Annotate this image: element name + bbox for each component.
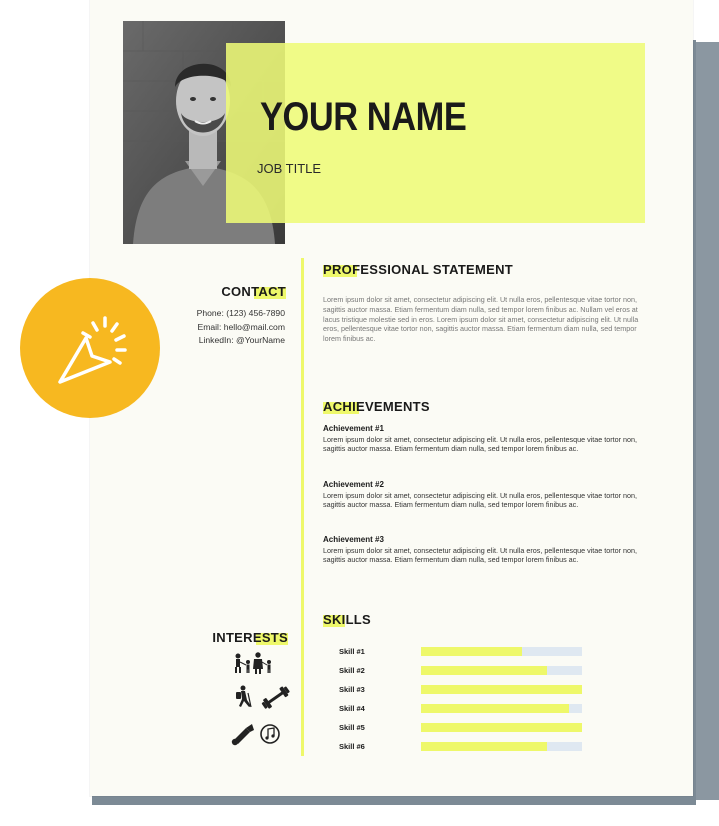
family-icon	[235, 652, 271, 674]
skill-label: Skill #3	[339, 685, 365, 694]
skill-label: Skill #5	[339, 723, 365, 732]
job-title: JOB TITLE	[257, 161, 322, 176]
professional-title: PROFESSIONAL STATEMENT	[323, 262, 514, 277]
skill-bar-track	[421, 704, 582, 713]
skill-label: Skill #4	[339, 704, 365, 713]
professional-statement: Lorem ipsum dolor sit amet, consectetur …	[323, 295, 639, 344]
skill-bar-fill	[421, 742, 547, 751]
contact-linkedin: LinkedIn: @YourName	[198, 335, 285, 345]
skills-title: SKILLS	[323, 612, 372, 627]
interests-title: INTERESTS	[212, 630, 288, 645]
skill-bar-track	[421, 723, 582, 732]
music-icon	[260, 724, 280, 744]
skill-bar-fill	[421, 704, 570, 713]
skill-label: Skill #6	[339, 742, 365, 751]
interests-icons	[226, 650, 296, 760]
skill-bar-track	[421, 685, 582, 694]
resume-page: YOUR NAME JOB TITLE CONTACT Phone: (123)…	[90, 0, 693, 796]
skill-bar-track	[421, 647, 582, 656]
skill-bar-fill	[421, 723, 582, 732]
resume-name: YOUR NAME	[260, 95, 467, 139]
skill-bar-fill	[421, 666, 547, 675]
fitness-icon	[261, 686, 290, 709]
achievements-title: ACHIEVEMENTS	[323, 399, 430, 414]
hiking-icon	[236, 685, 252, 708]
cursor-click-icon	[58, 316, 127, 384]
badminton-icon	[231, 724, 254, 746]
cursor-badge	[20, 278, 160, 418]
contact-details: Phone: (123) 456-7890 Email: hello@mail.…	[150, 307, 285, 348]
column-divider	[301, 258, 304, 756]
achievement-title: Achievement #1	[323, 424, 384, 433]
achievement-title: Achievement #2	[323, 480, 384, 489]
achievement-text: Lorem ipsum dolor sit amet, consectetur …	[323, 491, 638, 509]
skill-bar-fill	[421, 685, 582, 694]
achievement-text: Lorem ipsum dolor sit amet, consectetur …	[323, 435, 638, 453]
skill-bar-track	[421, 666, 582, 675]
skill-label: Skill #2	[339, 666, 365, 675]
contact-phone: Phone: (123) 456-7890	[196, 308, 285, 318]
skill-bar-fill	[421, 647, 523, 656]
contact-email: Email: hello@mail.com	[197, 321, 285, 332]
achievement-title: Achievement #3	[323, 535, 384, 544]
achievement-text: Lorem ipsum dolor sit amet, consectetur …	[323, 546, 638, 564]
skill-label: Skill #1	[339, 647, 365, 656]
skill-bar-track	[421, 742, 582, 751]
